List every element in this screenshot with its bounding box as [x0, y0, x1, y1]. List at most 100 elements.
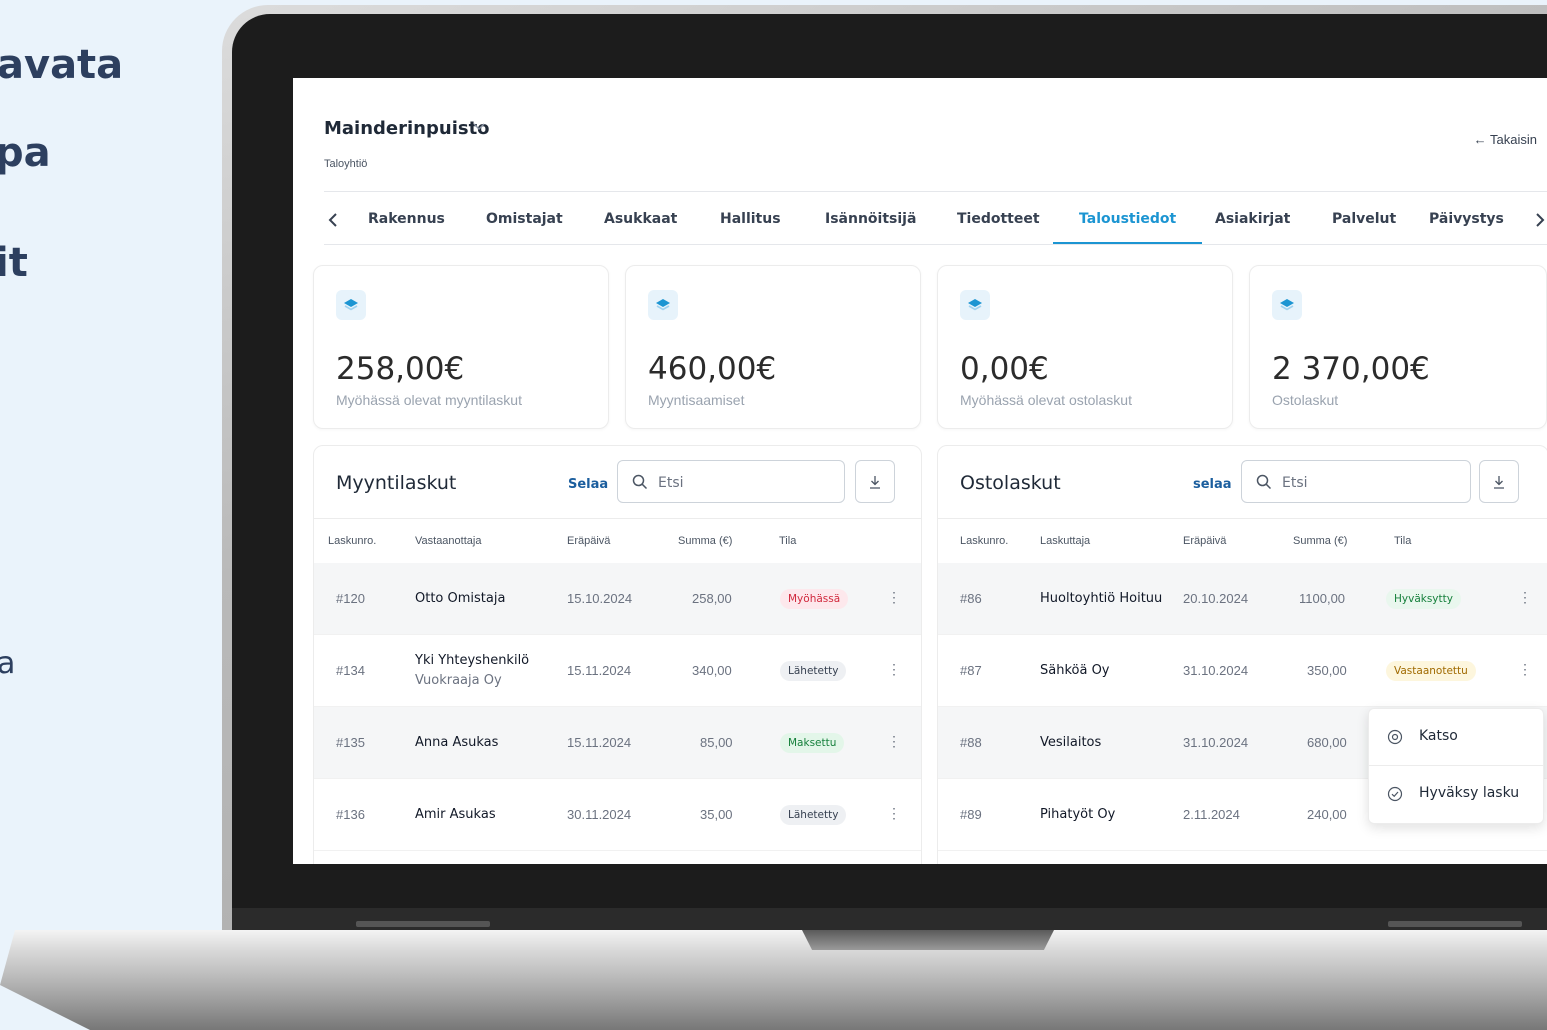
search-input[interactable]	[1280, 470, 1464, 496]
laptop-notch	[802, 930, 1054, 950]
biller-name: Huoltoyhtiö Hoituu	[1040, 591, 1163, 606]
more-icon[interactable]: ⋮	[887, 589, 901, 606]
search-input[interactable]	[656, 470, 840, 496]
recipient-company: Vuokraaja Oy	[415, 673, 502, 688]
stat-label: Myöhässä olevat myyntilaskut	[336, 392, 522, 408]
table-row[interactable]: #120 Otto Omistaja 15.10.2024 258,00 Myö…	[314, 563, 921, 635]
column-header[interactable]: Tila	[1394, 519, 1411, 563]
panel-title: Myyntilaskut	[336, 472, 457, 494]
table-row[interactable]: #86 Huoltoyhtiö Hoituu 20.10.2024 1100,0…	[938, 563, 1547, 635]
column-header[interactable]: Summa (€)	[1293, 519, 1347, 563]
stat-value: 0,00€	[960, 351, 1049, 387]
amount: 340,00	[692, 663, 732, 678]
search-icon	[632, 474, 648, 490]
recipient-name: Anna Asukas	[415, 735, 499, 750]
tab-rakennus[interactable]: Rakennus	[368, 192, 445, 242]
biller-name: Vesilaitos	[1040, 735, 1102, 750]
stat-card-receivables[interactable]: 460,00€ Myyntisaamiset	[625, 265, 921, 429]
tab-palvelut[interactable]: Palvelut	[1332, 192, 1396, 242]
more-icon[interactable]: ⋮	[887, 661, 901, 678]
due-date: 30.11.2024	[567, 807, 632, 822]
status-badge: Hyväksytty	[1386, 589, 1461, 609]
property-name[interactable]: Mainderinpuisto	[324, 118, 490, 139]
table-row[interactable]: #134 Yki Yhteyshenkilö Vuokraaja Oy 15.1…	[314, 635, 921, 707]
invoice-number: #86	[960, 591, 982, 606]
stat-label: Ostolaskut	[1272, 392, 1339, 408]
due-date: 15.11.2024	[567, 735, 632, 750]
stat-value: 258,00€	[336, 351, 465, 387]
laptop-base	[0, 930, 1547, 1030]
tab-hallitus[interactable]: Hallitus	[720, 192, 781, 242]
stat-label: Myöhässä olevat ostolaskut	[960, 392, 1132, 408]
panel-title: Ostolaskut	[960, 472, 1061, 494]
column-header[interactable]: Eräpäivä	[567, 519, 610, 563]
tab-omistajat[interactable]: Omistajat	[486, 192, 563, 242]
download-button[interactable]	[1479, 460, 1519, 503]
tab-taloustiedot[interactable]: Taloustiedot	[1053, 192, 1203, 244]
due-date: 31.10.2024	[1183, 663, 1249, 678]
menu-item-view[interactable]: Katso	[1369, 709, 1543, 764]
menu-item-approve[interactable]: Hyväksy lasku	[1369, 766, 1543, 821]
table-header: Laskunro. Vastaanottaja Eräpäivä Summa (…	[314, 518, 921, 564]
row-context-menu: Katso Hyväksy lasku	[1368, 708, 1544, 824]
more-icon[interactable]: ⋮	[1518, 661, 1532, 678]
column-header[interactable]: Tila	[779, 519, 796, 563]
chevron-down-icon[interactable]	[473, 120, 485, 134]
download-button[interactable]	[855, 460, 895, 503]
stat-label: Myyntisaamiset	[648, 392, 745, 408]
menu-item-label: Hyväksy lasku	[1419, 785, 1520, 801]
invoice-number: #88	[960, 735, 982, 750]
amount: 1100,00	[1299, 591, 1346, 606]
tab-asukkaat[interactable]: Asukkaat	[604, 192, 677, 242]
table-row[interactable]: #87 Sähköä Oy 31.10.2024 350,00 Vastaano…	[938, 635, 1547, 707]
stat-card-overdue-purchases[interactable]: 0,00€ Myöhässä olevat ostolaskut	[937, 265, 1233, 429]
eye-icon	[1387, 729, 1403, 745]
layers-icon	[336, 290, 366, 320]
amount: 240,00	[1307, 807, 1347, 822]
chevron-left-icon[interactable]	[328, 192, 338, 242]
browse-link[interactable]: selaa	[1193, 477, 1232, 492]
column-header[interactable]: Laskuttaja	[1040, 519, 1090, 563]
column-header[interactable]: Laskunro.	[328, 519, 376, 563]
more-icon[interactable]: ⋮	[887, 805, 901, 822]
browse-link[interactable]: Selaa	[568, 477, 608, 492]
tab-isannoitsija[interactable]: Isännöitsijä	[825, 192, 916, 242]
back-link[interactable]: ← Takaisin	[1474, 132, 1537, 147]
search-field[interactable]	[617, 460, 845, 503]
column-header[interactable]: Vastaanottaja	[415, 519, 481, 563]
stat-value: 460,00€	[648, 351, 777, 387]
search-field[interactable]	[1241, 460, 1471, 503]
table-row[interactable]: #136 Amir Asukas 30.11.2024 35,00 Lähete…	[314, 779, 921, 851]
stat-card-overdue-sales[interactable]: 258,00€ Myöhässä olevat myyntilaskut	[313, 265, 609, 429]
tab-bar: Rakennus Omistajat Asukkaat Hallitus Isä…	[324, 192, 1547, 245]
tab-tiedotteet[interactable]: Tiedotteet	[957, 192, 1040, 242]
biller-name: Sähköä Oy	[1040, 663, 1110, 678]
tab-asiakirjat[interactable]: Asiakirjat	[1215, 192, 1290, 242]
recipient-name: Otto Omistaja	[415, 591, 506, 606]
side-text-3: it	[0, 240, 28, 286]
menu-item-label: Katso	[1419, 728, 1458, 744]
column-header[interactable]: Summa (€)	[678, 519, 732, 563]
stat-card-purchases[interactable]: 2 370,00€ Ostolaskut	[1249, 265, 1547, 429]
status-badge: Lähetetty	[780, 661, 847, 681]
invoice-number: #136	[336, 807, 365, 822]
tab-paivystys[interactable]: Päivystys	[1429, 192, 1504, 242]
status-badge: Maksettu	[780, 733, 845, 753]
check-circle-icon	[1387, 786, 1403, 802]
app-screen: Mainderinpuisto Taloyhtiö ← Takaisin Rak…	[293, 78, 1547, 864]
status-badge: Lähetetty	[780, 805, 847, 825]
column-header[interactable]: Laskunro.	[960, 519, 1008, 563]
table-row[interactable]: #135 Anna Asukas 15.11.2024 85,00 Makset…	[314, 707, 921, 779]
more-icon[interactable]: ⋮	[887, 733, 901, 750]
invoice-number: #135	[336, 735, 365, 750]
column-header[interactable]: Eräpäivä	[1183, 519, 1226, 563]
laptop-foot-left	[356, 921, 490, 927]
chevron-right-icon[interactable]	[1535, 192, 1545, 242]
more-icon[interactable]: ⋮	[1518, 589, 1532, 606]
due-date: 2.11.2024	[1183, 807, 1240, 822]
biller-name: Pihatyöt Oy	[1040, 807, 1116, 822]
amount: 35,00	[700, 807, 733, 822]
search-icon	[1256, 474, 1272, 490]
side-text-1: avata	[0, 42, 124, 88]
sales-invoices-panel: Myyntilaskut Selaa Laskunro. Vastaanotta…	[313, 445, 922, 864]
